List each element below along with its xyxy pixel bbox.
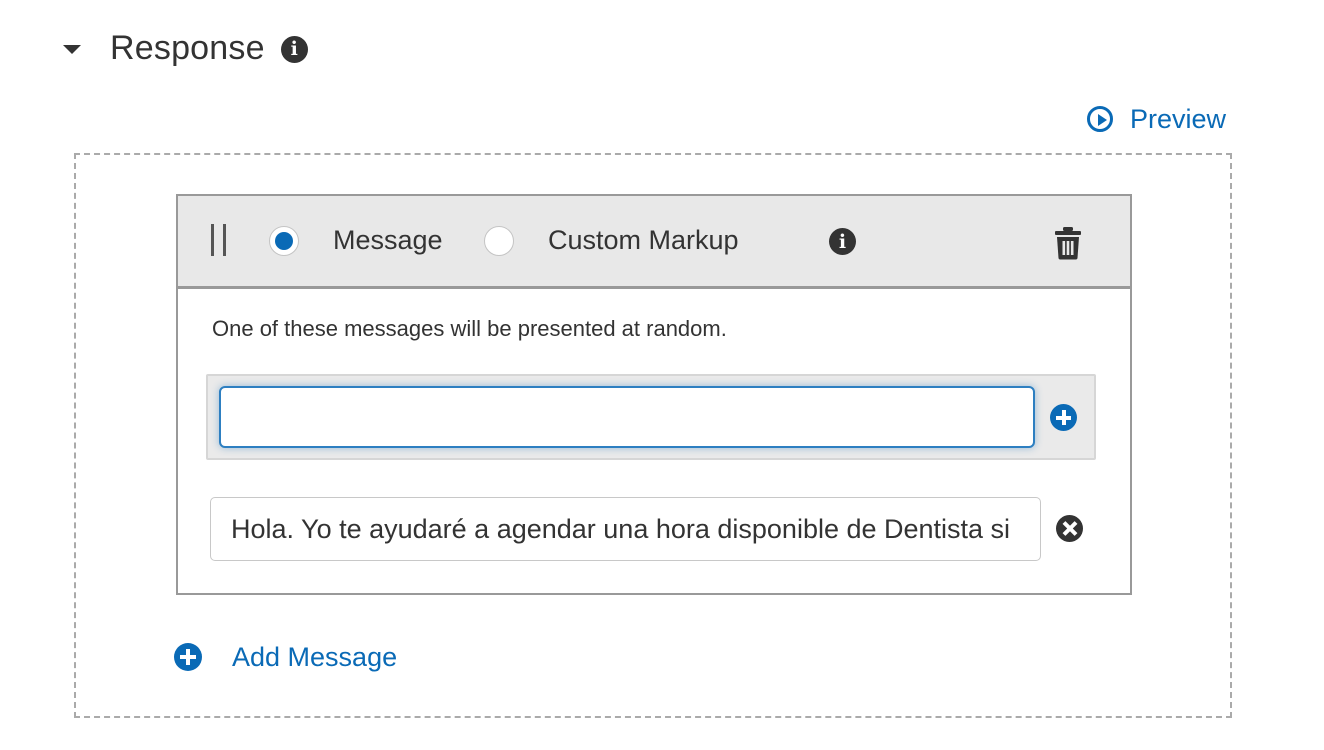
- message-group-card: Message Custom Markup i One of these mes…: [176, 194, 1132, 595]
- new-message-input[interactable]: [219, 386, 1035, 448]
- preview-label: Preview: [1130, 103, 1227, 134]
- random-hint: One of these messages will be presented …: [212, 316, 727, 341]
- add-message-button[interactable]: Add Message: [174, 640, 397, 674]
- radio-custom-markup[interactable]: [484, 226, 514, 256]
- trash-icon[interactable]: [1054, 226, 1082, 260]
- preview-link[interactable]: Preview: [1087, 101, 1226, 137]
- card-header: Message Custom Markup i: [178, 196, 1130, 289]
- section-header: Response i: [60, 26, 308, 70]
- section-title: Response: [110, 28, 265, 67]
- drag-handle-icon[interactable]: [211, 224, 227, 256]
- caret-down-icon[interactable]: [63, 44, 81, 54]
- add-message-label: Add Message: [232, 641, 398, 672]
- remove-circle-icon[interactable]: [1056, 515, 1083, 542]
- play-circle-icon: [1087, 106, 1113, 132]
- new-message-row: [206, 374, 1096, 460]
- info-icon[interactable]: i: [280, 35, 308, 63]
- radio-message[interactable]: [269, 226, 299, 256]
- plus-circle-icon: [174, 643, 202, 671]
- radio-custom-markup-label[interactable]: Custom Markup: [548, 225, 739, 256]
- plus-circle-icon[interactable]: [1050, 404, 1077, 431]
- info-icon[interactable]: i: [829, 228, 856, 255]
- message-input[interactable]: [210, 497, 1041, 561]
- response-section: Response i Preview Message Custom Markup…: [0, 0, 1324, 750]
- radio-message-label[interactable]: Message: [333, 225, 443, 256]
